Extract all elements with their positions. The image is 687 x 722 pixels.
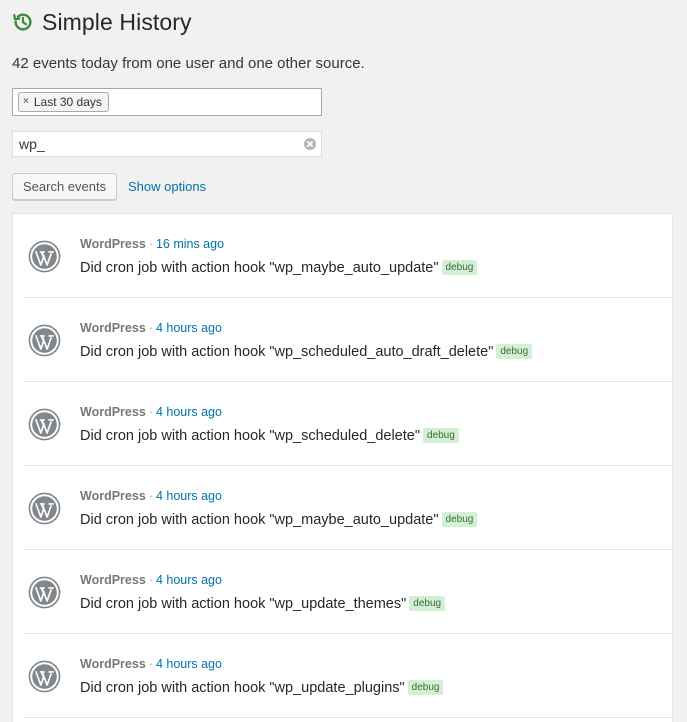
event-level-badge: debug	[422, 428, 459, 443]
event-time-link[interactable]: 4 hours ago	[156, 321, 222, 335]
event-source[interactable]: WordPress	[80, 321, 146, 335]
event-source[interactable]: WordPress	[80, 657, 146, 671]
event-message-text: Did cron job with action hook "wp_update…	[80, 596, 407, 612]
event-meta-separator: ·	[148, 489, 153, 503]
event-message-text: Did cron job with action hook "wp_maybe_…	[80, 260, 439, 276]
event-meta-separator: ·	[148, 573, 153, 587]
event-time-link[interactable]: 4 hours ago	[156, 489, 222, 503]
search-events-button[interactable]: Search events	[12, 173, 118, 200]
event-source[interactable]: WordPress	[80, 489, 146, 503]
page-header: Simple History	[12, 8, 192, 36]
event-level-badge: debug	[441, 260, 478, 275]
event-time-link[interactable]: 4 hours ago	[156, 573, 222, 587]
event-level-badge: debug	[407, 680, 444, 695]
search-input[interactable]	[13, 132, 305, 156]
event-row: WordPress · 16 mins ago Did cron job with a…	[23, 214, 672, 298]
page-title: Simple History	[42, 8, 192, 35]
wordpress-logo-icon	[28, 492, 61, 525]
event-meta: WordPress · 4 hours ago	[80, 489, 222, 503]
event-message-text: Did cron job with action hook "wp_schedu…	[80, 428, 420, 444]
event-row: WordPress · 4 hours ago Did cron job with a…	[23, 634, 672, 718]
events-list: WordPress · 16 mins ago Did cron job with a…	[12, 213, 673, 722]
wordpress-logo-icon	[28, 408, 61, 441]
event-message[interactable]: Did cron job with action hook "wp_maybe_…	[80, 512, 478, 528]
chip-remove-icon[interactable]: ×	[23, 93, 29, 111]
event-meta: WordPress · 4 hours ago	[80, 405, 222, 419]
simple-history-page: Simple History 42 events today from one …	[0, 0, 687, 722]
wordpress-logo-icon	[28, 576, 61, 609]
event-meta-separator: ·	[148, 405, 153, 419]
event-time-link[interactable]: 16 mins ago	[156, 237, 224, 251]
event-meta: WordPress · 16 mins ago	[80, 237, 224, 251]
date-filter-chip: × Last 30 days	[18, 92, 109, 112]
wordpress-logo-icon	[28, 240, 61, 273]
event-message[interactable]: Did cron job with action hook "wp_update…	[80, 680, 444, 696]
history-icon	[13, 13, 32, 31]
event-level-badge: debug	[441, 512, 478, 527]
event-meta: WordPress · 4 hours ago	[80, 321, 222, 335]
event-source[interactable]: WordPress	[80, 237, 146, 251]
event-meta-separator: ·	[148, 237, 153, 251]
event-time-link[interactable]: 4 hours ago	[156, 657, 222, 671]
date-filter-select[interactable]: × Last 30 days	[12, 88, 322, 116]
event-row: WordPress · 4 hours ago Did cron job with a…	[23, 550, 672, 634]
event-source[interactable]: WordPress	[80, 573, 146, 587]
event-message[interactable]: Did cron job with action hook "wp_schedu…	[80, 428, 459, 444]
event-time-link[interactable]: 4 hours ago	[156, 405, 222, 419]
event-source[interactable]: WordPress	[80, 405, 146, 419]
event-meta-separator: ·	[148, 321, 153, 335]
event-row: WordPress · 4 hours ago Did cron job with a…	[23, 298, 672, 382]
event-level-badge: debug	[409, 596, 446, 611]
event-message-text: Did cron job with action hook "wp_maybe_…	[80, 512, 439, 528]
event-message[interactable]: Did cron job with action hook "wp_maybe_…	[80, 260, 478, 276]
event-message[interactable]: Did cron job with action hook "wp_schedu…	[80, 344, 533, 360]
event-message-text: Did cron job with action hook "wp_schedu…	[80, 344, 494, 360]
show-options-link[interactable]: Show options	[128, 179, 206, 194]
event-message[interactable]: Did cron job with action hook "wp_update…	[80, 596, 446, 612]
event-row: WordPress · 4 hours ago Did cron job with a…	[23, 466, 672, 550]
event-row: WordPress · 4 hours ago Did cron job with a…	[23, 382, 672, 466]
date-filter-chip-label: Last 30 days	[33, 95, 102, 109]
wordpress-logo-icon	[28, 324, 61, 357]
search-field	[12, 131, 322, 157]
event-message-text: Did cron job with action hook "wp_update…	[80, 680, 405, 696]
event-meta: WordPress · 4 hours ago	[80, 657, 222, 671]
event-level-badge: debug	[496, 344, 533, 359]
clear-circle-icon[interactable]	[304, 138, 316, 150]
event-meta: WordPress · 4 hours ago	[80, 573, 222, 587]
event-meta-separator: ·	[148, 657, 153, 671]
wordpress-logo-icon	[28, 660, 61, 693]
events-summary: 42 events today from one user and one ot…	[12, 55, 365, 72]
